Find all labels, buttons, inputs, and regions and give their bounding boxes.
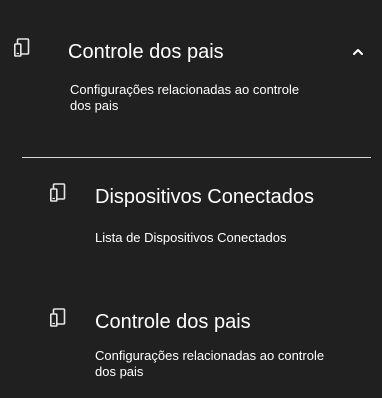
- section-description: Configurações relacionadas ao controle d…: [70, 82, 300, 113]
- chevron-up-icon[interactable]: [351, 45, 365, 59]
- devices-icon: [14, 38, 32, 58]
- devices-icon: [50, 308, 68, 328]
- list-item-parental-control[interactable]: Controle dos pais Configurações relacion…: [0, 295, 382, 385]
- item-title: Controle dos pais: [95, 311, 251, 333]
- section-title: Controle dos pais: [68, 41, 224, 63]
- settings-panel: Controle dos pais Configurações relacion…: [0, 0, 382, 398]
- list-item-connected-devices[interactable]: Dispositivos Conectados Lista de Disposi…: [0, 170, 382, 260]
- devices-icon: [50, 183, 68, 203]
- section-header-parental-control[interactable]: Controle dos pais Configurações relacion…: [0, 0, 382, 150]
- section-divider: [22, 157, 371, 158]
- item-description: Lista de Dispositivos Conectados: [95, 230, 287, 245]
- item-description: Configurações relacionadas ao controle d…: [95, 348, 325, 379]
- item-title: Dispositivos Conectados: [95, 186, 314, 208]
